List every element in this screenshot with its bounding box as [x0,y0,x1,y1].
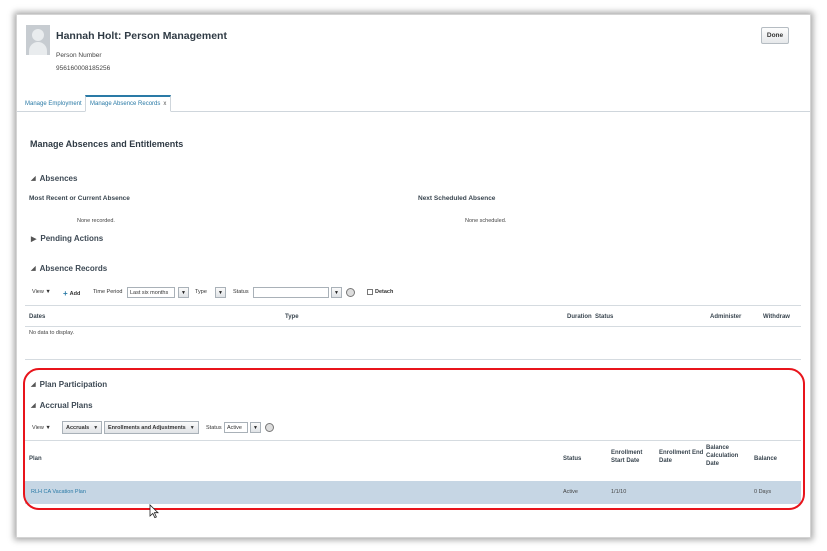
status-label: Status [233,289,249,295]
mouse-cursor-icon [149,504,159,519]
column-header-status[interactable]: Status [595,313,613,321]
absence-records-heading[interactable]: ◢ Absence Records [31,264,107,273]
section-title: Manage Absences and Entitlements [30,139,184,149]
chevron-down-icon[interactable]: ▼ [331,287,342,298]
tab-manage-employment[interactable]: Manage Employment x [21,95,92,112]
time-period-select[interactable]: Last six months [127,287,175,298]
view-menu[interactable]: View ▼ [32,289,51,295]
page-title: Hannah Holt: Person Management [56,30,227,42]
type-label: Type [195,289,207,295]
done-button[interactable]: Done [761,27,789,44]
most-recent-absence-label: Most Recent or Current Absence [29,195,130,202]
absences-heading[interactable]: ◢ Absences [31,174,77,183]
tab-label: Manage Absence Records [90,101,161,107]
next-scheduled-absence-value: None scheduled. [465,218,507,224]
person-management-window: Hannah Holt: Person Management Person Nu… [16,14,811,538]
expand-triangle-icon: ▶ [31,235,37,243]
tab-label: Manage Employment [25,100,82,107]
detach-button[interactable]: Detach [367,289,393,295]
gear-icon[interactable] [346,288,355,297]
column-header-type[interactable]: Type [285,313,299,321]
close-icon[interactable]: x [163,101,166,107]
status-select[interactable] [253,287,329,298]
type-select[interactable]: ▼ [215,287,226,298]
add-icon: + [63,289,68,298]
column-header-duration[interactable]: Duration [567,313,592,321]
person-avatar-icon [26,25,50,55]
table-divider [25,305,801,306]
column-header-administer[interactable]: Administer [710,313,741,321]
column-header-withdraw[interactable]: Withdraw [763,313,790,321]
empty-table-message: No data to display. [29,330,75,336]
pending-actions-heading[interactable]: ▶ Pending Actions [31,234,103,243]
table-divider [25,326,801,327]
person-number-value: 956160008185256 [56,65,111,72]
time-period-label: Time Period [93,289,123,295]
next-scheduled-absence-label: Next Scheduled Absence [418,195,496,202]
table-divider [25,359,801,360]
tab-manage-absence-records[interactable]: Manage Absence Records x [85,95,172,112]
collapse-triangle-icon: ◢ [31,176,36,182]
highlight-box [23,368,805,510]
chevron-down-icon[interactable]: ▼ [178,287,189,298]
most-recent-absence-value: None recorded. [77,218,115,224]
detach-icon [367,289,373,295]
add-button[interactable]: + Add [63,289,80,298]
column-header-dates[interactable]: Dates [29,313,45,321]
person-number-label: Person Number [56,52,102,59]
collapse-triangle-icon: ◢ [31,266,36,272]
